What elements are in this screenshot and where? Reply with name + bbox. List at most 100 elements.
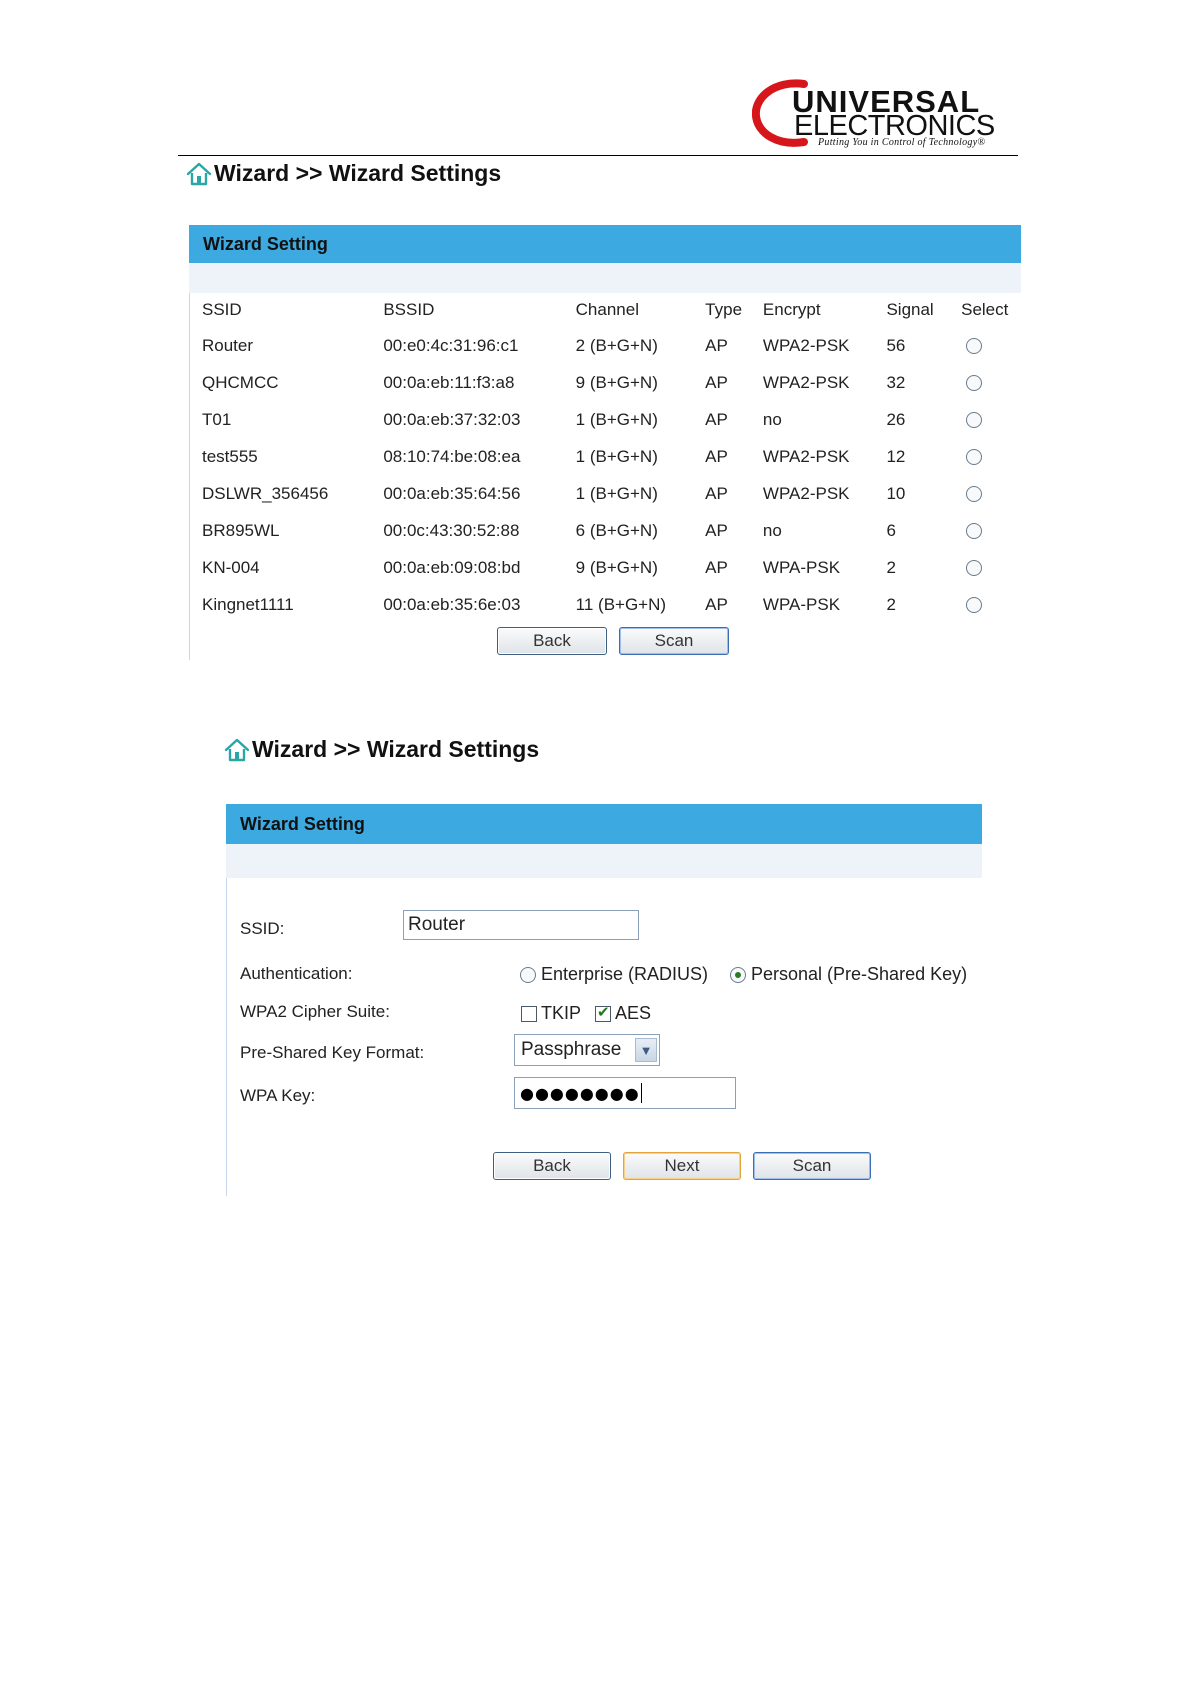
home-icon[interactable]: [224, 737, 250, 763]
cell-type: AP: [705, 594, 728, 614]
auth-personal-radio[interactable]: [730, 966, 746, 983]
back-button[interactable]: Back: [493, 1152, 611, 1180]
psk-format-select[interactable]: Passphrase ▼: [514, 1034, 660, 1066]
table-row[interactable]: BR895WL 00:0c:43:30:52:88 6 (B+G+N) AP no 6: [202, 512, 1021, 549]
select-radio[interactable]: [966, 523, 983, 540]
cell-signal: 10: [886, 483, 906, 503]
table-row[interactable]: QHCMCC 00:0a:eb:11:f3:a8 9 (B+G+N) AP WPA2-P…: [202, 364, 1021, 401]
auth-enterprise-option[interactable]: Enterprise (RADIUS): [520, 964, 708, 985]
network-table: SSID BSSID Channel Type Encrypt Signal S…: [202, 293, 1021, 623]
panel-strip: [226, 844, 982, 878]
next-button[interactable]: Next: [623, 1152, 741, 1180]
wpa-key-label: WPA Key:: [240, 1086, 316, 1105]
cell-encrypt: WPA2-PSK: [762, 372, 850, 392]
cell-ssid: BR895WL: [202, 520, 280, 540]
table-row[interactable]: Router 00:e0:4c:31:96:c1 2 (B+G+N) AP WPA2-P…: [202, 327, 1021, 364]
tkip-label: TKIP: [541, 1003, 582, 1023]
cell-bssid: 00:0a:eb:11:f3:a8: [383, 372, 515, 392]
column-header: SSID: [202, 300, 242, 319]
aes-label: AES: [615, 1003, 652, 1023]
auth-personal-label: Personal (Pre-Shared Key): [751, 964, 968, 984]
cell-type: AP: [705, 483, 728, 503]
cell-encrypt: WPA2-PSK: [762, 446, 850, 466]
cell-ssid: QHCMCC: [202, 372, 279, 392]
column-header: Signal: [886, 300, 934, 319]
auth-personal-option[interactable]: Personal (Pre-Shared Key): [730, 964, 967, 985]
ssid-label: SSID:: [240, 919, 285, 938]
wpa-key-input[interactable]: ●●●●●●●●: [514, 1077, 736, 1109]
cipher-tkip-option[interactable]: TKIP: [521, 1003, 581, 1024]
breadcrumb-1: Wizard >> Wizard Settings: [186, 160, 501, 187]
cell-select: [961, 586, 1021, 623]
table-row[interactable]: DSLWR_356456 00:0a:eb:35:64:56 1 (B+G+N) AP…: [202, 475, 1021, 512]
cell-channel: 9 (B+G+N): [575, 557, 658, 577]
cell-signal: 32: [886, 372, 906, 392]
header-divider: [178, 155, 1018, 156]
wpa-key-masked-value: ●●●●●●●●: [520, 1083, 640, 1103]
scan-button[interactable]: Scan: [619, 627, 729, 655]
column-header: Select: [961, 300, 1009, 319]
tkip-checkbox[interactable]: [521, 1005, 537, 1022]
psk-format-label: Pre-Shared Key Format:: [240, 1043, 425, 1062]
cell-select: [961, 438, 1021, 475]
cell-type: AP: [705, 557, 728, 577]
cell-signal: 26: [886, 409, 906, 429]
auth-enterprise-radio[interactable]: [520, 966, 536, 983]
panel-title: Wizard Setting: [203, 233, 328, 254]
table-row[interactable]: Kingnet1111 00:0a:eb:35:6e:03 11 (B+G+N) AP…: [202, 586, 1021, 623]
chevron-down-icon[interactable]: ▼: [635, 1038, 657, 1062]
column-header: Type: [705, 300, 743, 319]
cell-bssid: 00:0a:eb:09:08:bd: [383, 557, 521, 577]
cell-bssid: 00:0a:eb:37:32:03: [383, 409, 521, 429]
cell-type: AP: [705, 409, 728, 429]
select-radio[interactable]: [966, 449, 983, 466]
back-button[interactable]: Back: [497, 627, 607, 655]
cell-encrypt: no: [762, 409, 782, 429]
cell-ssid: test555: [202, 446, 258, 466]
wizard-panel-1: Wizard Setting SSID BSSID Channel Type E…: [189, 225, 1021, 660]
cell-signal: 56: [886, 335, 906, 355]
aes-checkbox[interactable]: [595, 1003, 611, 1022]
cell-select: [961, 475, 1021, 512]
ssid-input[interactable]: [403, 910, 639, 940]
cell-select: [961, 549, 1021, 586]
cipher-suite-label: WPA2 Cipher Suite:: [240, 1002, 390, 1021]
table-row[interactable]: test555 08:10:74:be:08:ea 1 (B+G+N) AP WPA2-…: [202, 438, 1021, 475]
table-row[interactable]: T01 00:0a:eb:37:32:03 1 (B+G+N) AP no 26: [202, 401, 1021, 438]
network-list: SSID BSSID Channel Type Encrypt Signal S…: [189, 293, 1021, 660]
table-row[interactable]: KN-004 00:0a:eb:09:08:bd 9 (B+G+N) AP WPA-PS…: [202, 549, 1021, 586]
cipher-aes-option[interactable]: AES: [595, 1003, 651, 1024]
column-header: Encrypt: [762, 300, 821, 319]
select-radio[interactable]: [966, 486, 983, 503]
cell-ssid: KN-004: [202, 557, 260, 577]
cell-channel: 1 (B+G+N): [575, 446, 658, 466]
cell-channel: 6 (B+G+N): [575, 520, 658, 540]
select-radio[interactable]: [966, 412, 983, 429]
text-caret: [640, 1083, 642, 1103]
cell-bssid: 00:0a:eb:35:64:56: [383, 483, 521, 503]
cell-encrypt: no: [762, 520, 782, 540]
authentication-label: Authentication:: [240, 964, 353, 983]
cell-encrypt: WPA-PSK: [762, 557, 841, 577]
scan-button[interactable]: Scan: [753, 1152, 871, 1180]
page-title: Wizard >> Wizard Settings: [214, 160, 502, 186]
home-icon[interactable]: [186, 161, 212, 187]
select-radio[interactable]: [966, 375, 983, 392]
cell-type: AP: [705, 446, 728, 466]
cell-channel: 11 (B+G+N): [575, 594, 667, 614]
company-logo: UNIVERSAL ELECTRONICS Putting You in Con…: [752, 78, 1032, 150]
select-radio[interactable]: [966, 560, 983, 577]
wizard-form: SSID: Authentication: Enterprise (RADIUS…: [226, 878, 982, 1196]
page-title: Wizard >> Wizard Settings: [252, 736, 540, 762]
cell-signal: 2: [886, 557, 896, 577]
cell-ssid: Router: [202, 335, 254, 355]
cell-select: [961, 327, 1021, 364]
cell-select: [961, 512, 1021, 549]
cell-channel: 9 (B+G+N): [575, 372, 658, 392]
wizard-panel-2: Wizard Setting SSID: Authentication: Ent…: [226, 804, 982, 1196]
logo-tagline: Putting You in Control of Technology®: [818, 137, 986, 148]
cell-select: [961, 401, 1021, 438]
select-radio[interactable]: [966, 597, 983, 614]
select-radio[interactable]: [966, 338, 983, 355]
column-header: BSSID: [383, 300, 435, 319]
